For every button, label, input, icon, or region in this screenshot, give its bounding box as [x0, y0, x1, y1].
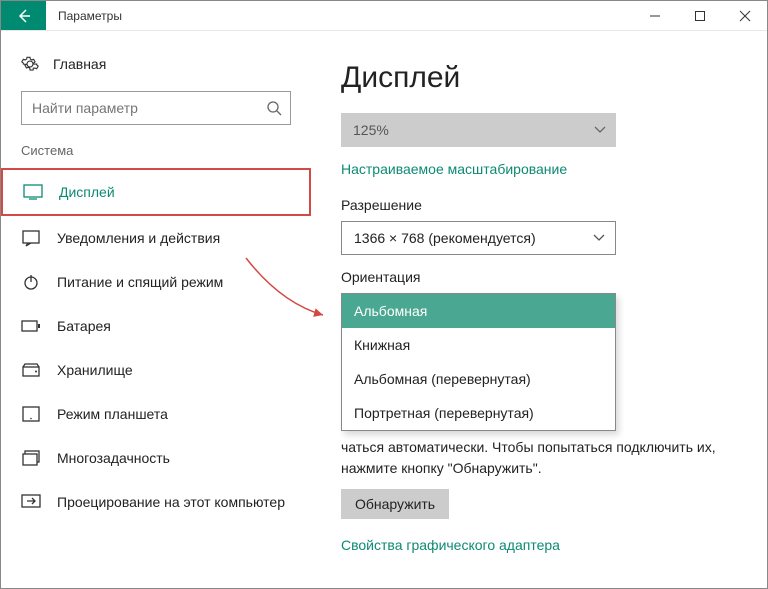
- sidebar-item-battery[interactable]: Батарея: [1, 304, 311, 348]
- detect-description: чаться автоматически. Чтобы попытаться п…: [341, 437, 721, 479]
- sidebar-home-label: Главная: [53, 56, 106, 72]
- sidebar-item-notifications[interactable]: Уведомления и действия: [1, 216, 311, 260]
- resolution-value: 1366 × 768 (рекомендуется): [354, 230, 536, 246]
- tablet-icon: [21, 404, 41, 424]
- sidebar-item-label: Уведомления и действия: [57, 230, 220, 246]
- gpu-properties-link[interactable]: Свойства графического адаптера: [341, 537, 560, 553]
- maximize-button[interactable]: [677, 1, 722, 30]
- storage-icon: [21, 360, 41, 380]
- content: Дисплей 125% Настраиваемое масштабирован…: [311, 31, 767, 588]
- sidebar-item-label: Батарея: [57, 318, 111, 334]
- display-icon: [23, 182, 43, 202]
- custom-scaling-link[interactable]: Настраиваемое масштабирование: [341, 161, 567, 177]
- multitasking-icon: [21, 448, 41, 468]
- sidebar-item-multitasking[interactable]: Многозадачность: [1, 436, 311, 480]
- settings-window: Параметры Главная Система Дисплей: [0, 0, 768, 589]
- sidebar: Главная Система Дисплей Уведомления и де…: [1, 31, 311, 588]
- search-input[interactable]: [32, 100, 266, 116]
- projecting-icon: [21, 492, 41, 512]
- sidebar-item-storage[interactable]: Хранилище: [1, 348, 311, 392]
- scale-value: 125%: [353, 122, 389, 138]
- chevron-down-icon: [594, 126, 606, 134]
- gear-icon: [21, 55, 39, 73]
- orientation-dropdown-open[interactable]: Альбомная Книжная Альбомная (перевернута…: [341, 293, 616, 431]
- sidebar-item-tablet[interactable]: Режим планшета: [1, 392, 311, 436]
- window-title: Параметры: [46, 1, 134, 30]
- sidebar-item-label: Режим планшета: [57, 406, 168, 422]
- sidebar-item-label: Питание и спящий режим: [57, 274, 223, 290]
- sidebar-group-label: Система: [1, 143, 311, 168]
- sidebar-item-projecting[interactable]: Проецирование на этот компьютер: [1, 480, 311, 524]
- body: Главная Система Дисплей Уведомления и де…: [1, 31, 767, 588]
- back-button[interactable]: [1, 1, 46, 30]
- sidebar-item-label: Хранилище: [57, 362, 133, 378]
- minimize-button[interactable]: [632, 1, 677, 30]
- search-icon: [266, 100, 282, 116]
- power-icon: [21, 272, 41, 292]
- resolution-dropdown[interactable]: 1366 × 768 (рекомендуется): [341, 221, 616, 255]
- chevron-down-icon: [593, 234, 605, 242]
- scale-dropdown[interactable]: 125%: [341, 113, 616, 147]
- titlebar: Параметры: [1, 1, 767, 31]
- resolution-label: Разрешение: [341, 197, 737, 213]
- sidebar-item-power[interactable]: Питание и спящий режим: [1, 260, 311, 304]
- search-box[interactable]: [21, 91, 291, 125]
- orientation-label: Ориентация: [341, 269, 737, 285]
- sidebar-item-label: Дисплей: [59, 184, 115, 200]
- detect-button[interactable]: Обнаружить: [341, 489, 449, 519]
- sidebar-item-label: Многозадачность: [57, 450, 170, 466]
- notifications-icon: [21, 228, 41, 248]
- window-controls: [632, 1, 767, 30]
- arrow-left-icon: [16, 8, 32, 24]
- sidebar-item-label: Проецирование на этот компьютер: [57, 494, 285, 510]
- page-title: Дисплей: [341, 61, 737, 95]
- battery-icon: [21, 316, 41, 336]
- orientation-option[interactable]: Портретная (перевернутая): [342, 396, 615, 430]
- orientation-option[interactable]: Книжная: [342, 328, 615, 362]
- orientation-option[interactable]: Альбомная (перевернутая): [342, 362, 615, 396]
- orientation-option[interactable]: Альбомная: [342, 294, 615, 328]
- sidebar-home[interactable]: Главная: [1, 49, 311, 91]
- sidebar-item-display[interactable]: Дисплей: [1, 168, 311, 216]
- close-button[interactable]: [722, 1, 767, 30]
